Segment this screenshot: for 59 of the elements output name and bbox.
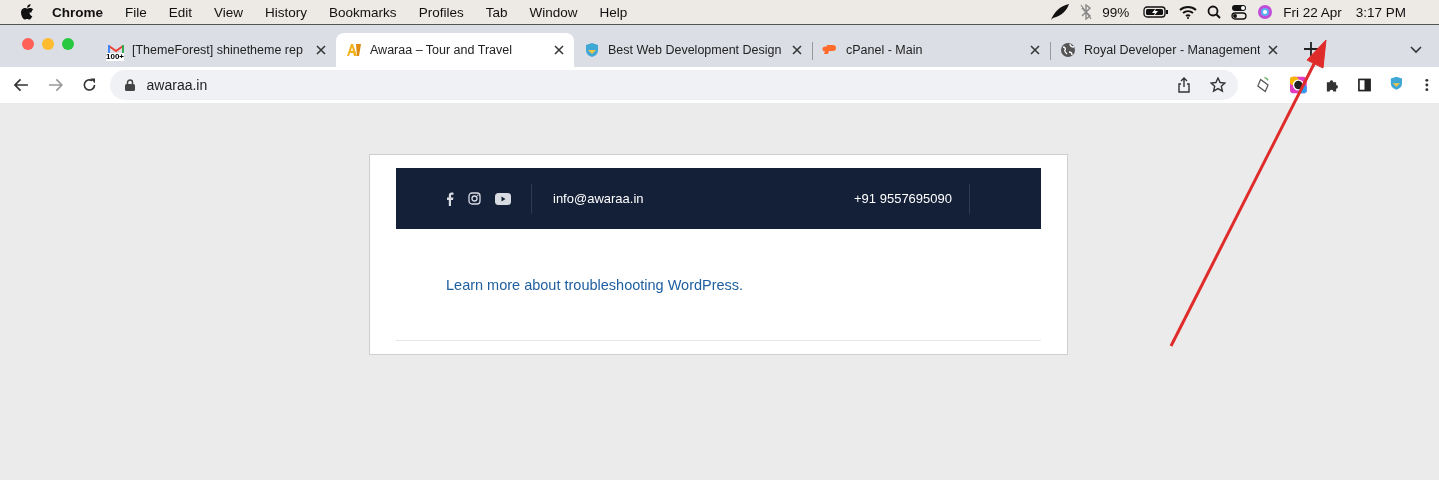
- close-icon: [1268, 45, 1278, 55]
- letter-logo-icon: [346, 42, 362, 58]
- globe-icon: [1060, 42, 1076, 58]
- count-badge: 100+: [106, 53, 125, 61]
- reload-icon: [81, 77, 97, 93]
- share-icon: [1177, 77, 1190, 93]
- close-icon: [554, 45, 564, 55]
- menu-item[interactable]: Tab: [474, 4, 519, 20]
- browser-tab[interactable]: Best Web Development Design: [574, 33, 812, 67]
- browser-tab[interactable]: 100+ [ThemeForest] shinetheme rep: [98, 33, 336, 67]
- youtube-icon: [495, 192, 511, 205]
- apple-icon: [20, 4, 34, 20]
- menu-item[interactable]: Edit: [157, 4, 204, 20]
- menu-item[interactable]: Profiles: [407, 4, 475, 20]
- app-menu[interactable]: Chrome: [44, 4, 114, 20]
- search-icon: [1207, 5, 1222, 19]
- forward-icon: [47, 78, 63, 92]
- plus-icon: [1304, 42, 1318, 56]
- menu-item[interactable]: File: [114, 4, 158, 20]
- chevron-down-icon: [1410, 46, 1422, 54]
- feather-icon: [1050, 3, 1071, 21]
- more-icon: [1425, 78, 1429, 92]
- phone-text: +91 9557695090: [854, 191, 952, 206]
- clock-time: 3:17 PM: [1355, 4, 1407, 20]
- star-icon: [1209, 77, 1226, 93]
- menu-item[interactable]: Help: [588, 4, 639, 20]
- close-icon: [1030, 45, 1040, 55]
- menu-item[interactable]: Bookmarks: [318, 4, 408, 20]
- instagram-icon: [468, 192, 481, 205]
- side-panel-icon: [1357, 78, 1371, 92]
- shield-icon: [584, 42, 600, 58]
- battery-icon: [1143, 5, 1170, 19]
- tab-title: [ThemeForest] shinetheme rep: [132, 43, 304, 57]
- menu-item[interactable]: History: [254, 4, 319, 20]
- clock-date: Fri 22 Apr: [1283, 4, 1343, 20]
- puzzle-icon: [1324, 77, 1340, 93]
- url-text: awaraa.in: [146, 77, 208, 93]
- facebook-icon: [446, 191, 454, 206]
- tab-title: cPanel - Main: [846, 43, 924, 57]
- close-icon: [792, 45, 802, 55]
- browser-tab[interactable]: Royal Developer - Management: [1050, 33, 1288, 67]
- lock-icon: [124, 79, 135, 91]
- wifi-icon: [1179, 5, 1198, 19]
- toggle-icon: [1231, 4, 1248, 20]
- bluetooth-icon: [1080, 4, 1093, 20]
- email-text: info@awaraa.in: [553, 191, 644, 206]
- menu-item[interactable]: Window: [518, 4, 589, 20]
- tab-title: Royal Developer - Management: [1084, 43, 1260, 57]
- address-bar[interactable]: awaraa.in: [109, 70, 1238, 100]
- menu-item[interactable]: View: [203, 4, 255, 20]
- back-icon: [14, 78, 29, 92]
- tab-title: Awaraa – Tour and Travel: [370, 43, 513, 57]
- tab-title: Best Web Development Design: [608, 43, 783, 57]
- troubleshooting-link[interactable]: Learn more about troubleshooting WordPress.: [446, 276, 744, 293]
- close-icon: [316, 45, 326, 55]
- battery-percent: 99%: [1102, 4, 1131, 20]
- browser-tab[interactable]: cPanel - Main: [812, 33, 1050, 67]
- browser-tab[interactable]: Awaraa – Tour and Travel: [336, 33, 574, 67]
- orb-icon: [1257, 4, 1274, 20]
